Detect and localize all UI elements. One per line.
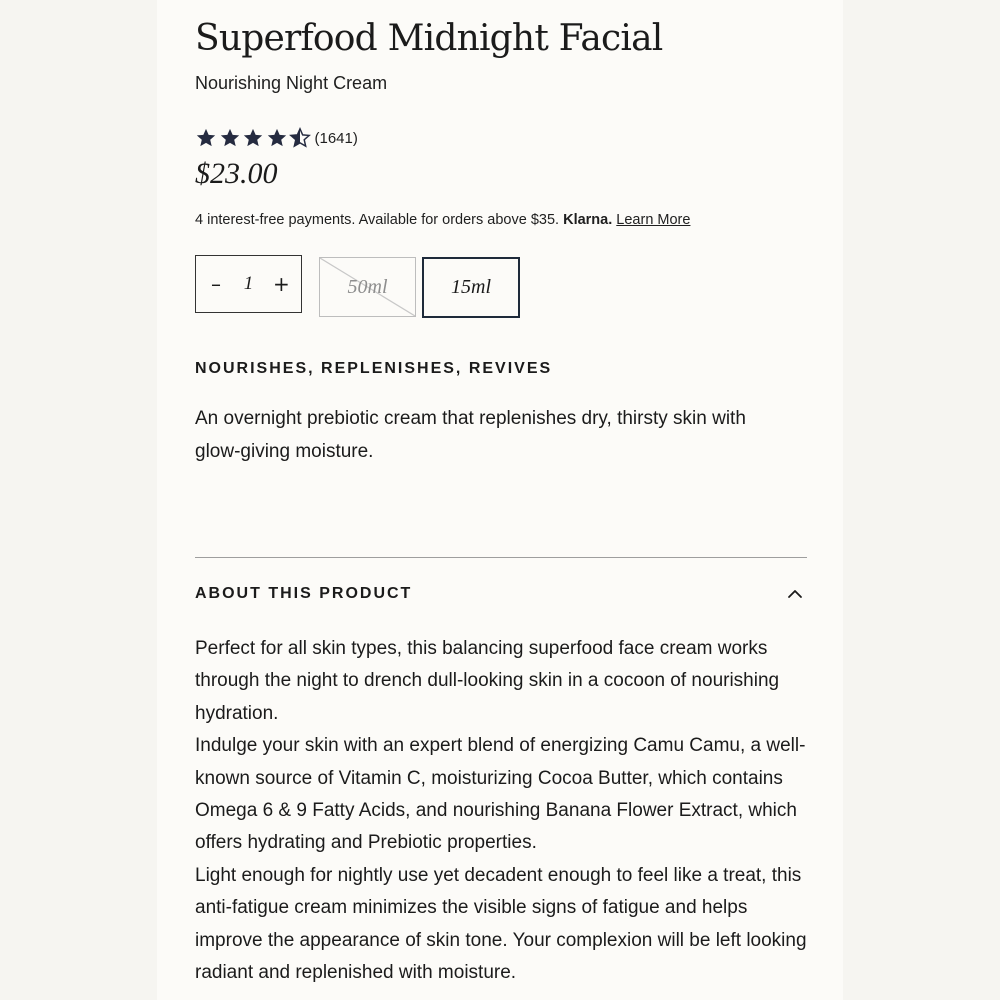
chevron-up-icon[interactable] xyxy=(787,586,803,602)
size-option-15ml[interactable]: 15ml xyxy=(422,257,520,318)
star-icon xyxy=(220,128,239,147)
klarna-logo: Klarna. xyxy=(563,212,613,228)
about-content: Perfect for all skin types, this balanci… xyxy=(195,633,815,989)
divider xyxy=(195,557,807,558)
about-accordion-toggle[interactable]: ABOUT THIS PRODUCT xyxy=(195,578,807,610)
product-title: Superfood Midnight Facial xyxy=(195,18,663,59)
product-page: Superfood Midnight Facial Nourishing Nig… xyxy=(157,0,843,1000)
product-price: $23.00 xyxy=(195,157,278,190)
about-paragraph: Indulge your skin with an expert blend o… xyxy=(195,735,806,854)
benefits-heading: NOURISHES, REPLENISHES, REVIVES xyxy=(195,360,553,377)
about-paragraph: Light enough for nightly use yet decaden… xyxy=(195,864,807,984)
size-option-label: 50ml xyxy=(347,275,388,298)
benefits-text: An overnight prebiotic cream that replen… xyxy=(195,408,746,462)
size-option-label: 15ml xyxy=(451,276,491,298)
klarna-message: 4 interest-free payments. Available for … xyxy=(195,212,690,228)
quantity-decrease-button[interactable]: – xyxy=(208,272,224,296)
star-icon xyxy=(267,128,286,147)
rating[interactable]: (1641) xyxy=(195,126,358,150)
quantity-stepper: – 1 + xyxy=(195,255,302,313)
half-star-icon xyxy=(289,127,311,148)
quantity-increase-button[interactable]: + xyxy=(273,272,290,296)
star-icon xyxy=(243,128,263,147)
about-title: ABOUT THIS PRODUCT xyxy=(195,585,413,602)
klarna-text: 4 interest-free payments. Available for … xyxy=(195,212,560,228)
star-icon xyxy=(196,128,216,147)
quantity-value[interactable]: 1 xyxy=(244,273,254,295)
klarna-learn-more-link[interactable]: Learn More xyxy=(616,212,690,228)
about-paragraph: Perfect for all skin types, this balanci… xyxy=(195,638,780,724)
product-subtitle: Nourishing Night Cream xyxy=(195,73,388,93)
review-count[interactable]: (1641) xyxy=(315,130,358,147)
size-option-50ml[interactable]: 50ml xyxy=(319,257,416,317)
